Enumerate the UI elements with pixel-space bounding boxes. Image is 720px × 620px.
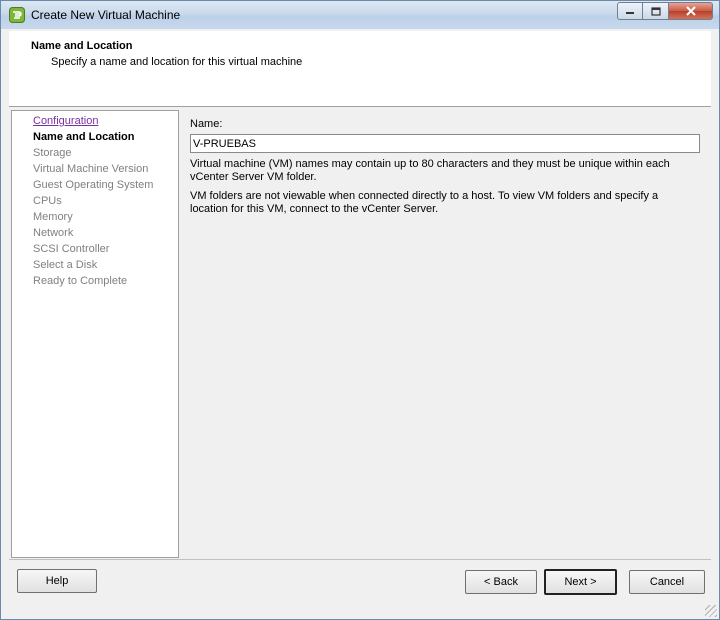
help-button[interactable]: Help [17,569,97,593]
close-button[interactable] [669,2,713,20]
step-memory: Memory [33,211,73,223]
content-panel: Name: Virtual machine (VM) names may con… [181,110,710,558]
wizard-header: Name and Location Specify a name and loc… [9,31,711,107]
close-icon [685,6,696,16]
page-subtitle: Specify a name and location for this vir… [51,56,303,68]
page-title: Name and Location [31,40,133,52]
step-guest-operating-system: Guest Operating System [33,179,154,191]
name-help-text: Virtual machine (VM) names may contain u… [190,158,670,183]
folder-help-text: VM folders are not viewable when connect… [190,190,659,215]
cancel-button[interactable]: Cancel [629,570,705,594]
button-bar-divider [9,559,711,560]
maximize-icon [650,6,661,16]
step-storage: Storage [33,147,72,159]
step-select-a-disk: Select a Disk [33,259,98,271]
back-button[interactable]: < Back [465,570,537,594]
caption-buttons [617,2,713,20]
wizard-steps-panel: Configuration Name and Location Storage … [11,110,179,558]
resize-grip[interactable] [705,605,717,617]
maximize-button[interactable] [643,2,669,20]
name-label: Name: [190,118,223,130]
next-button[interactable]: Next > [544,569,617,595]
vm-name-input[interactable] [190,134,700,153]
vsphere-client-icon [9,7,25,23]
step-virtual-machine-version: Virtual Machine Version [33,163,149,175]
step-network: Network [33,227,74,239]
step-cpus: CPUs [33,195,62,207]
step-scsi-controller: SCSI Controller [33,243,110,255]
minimize-button[interactable] [617,2,643,20]
minimize-icon [626,12,634,14]
title-bar[interactable]: Create New Virtual Machine [1,1,719,29]
step-configuration[interactable]: Configuration [33,115,98,127]
step-ready-to-complete: Ready to Complete [33,275,128,287]
wizard-window: Create New Virtual Machine Name and Loca… [0,0,720,620]
step-name-and-location: Name and Location [33,131,135,143]
window-title: Create New Virtual Machine [31,8,181,22]
